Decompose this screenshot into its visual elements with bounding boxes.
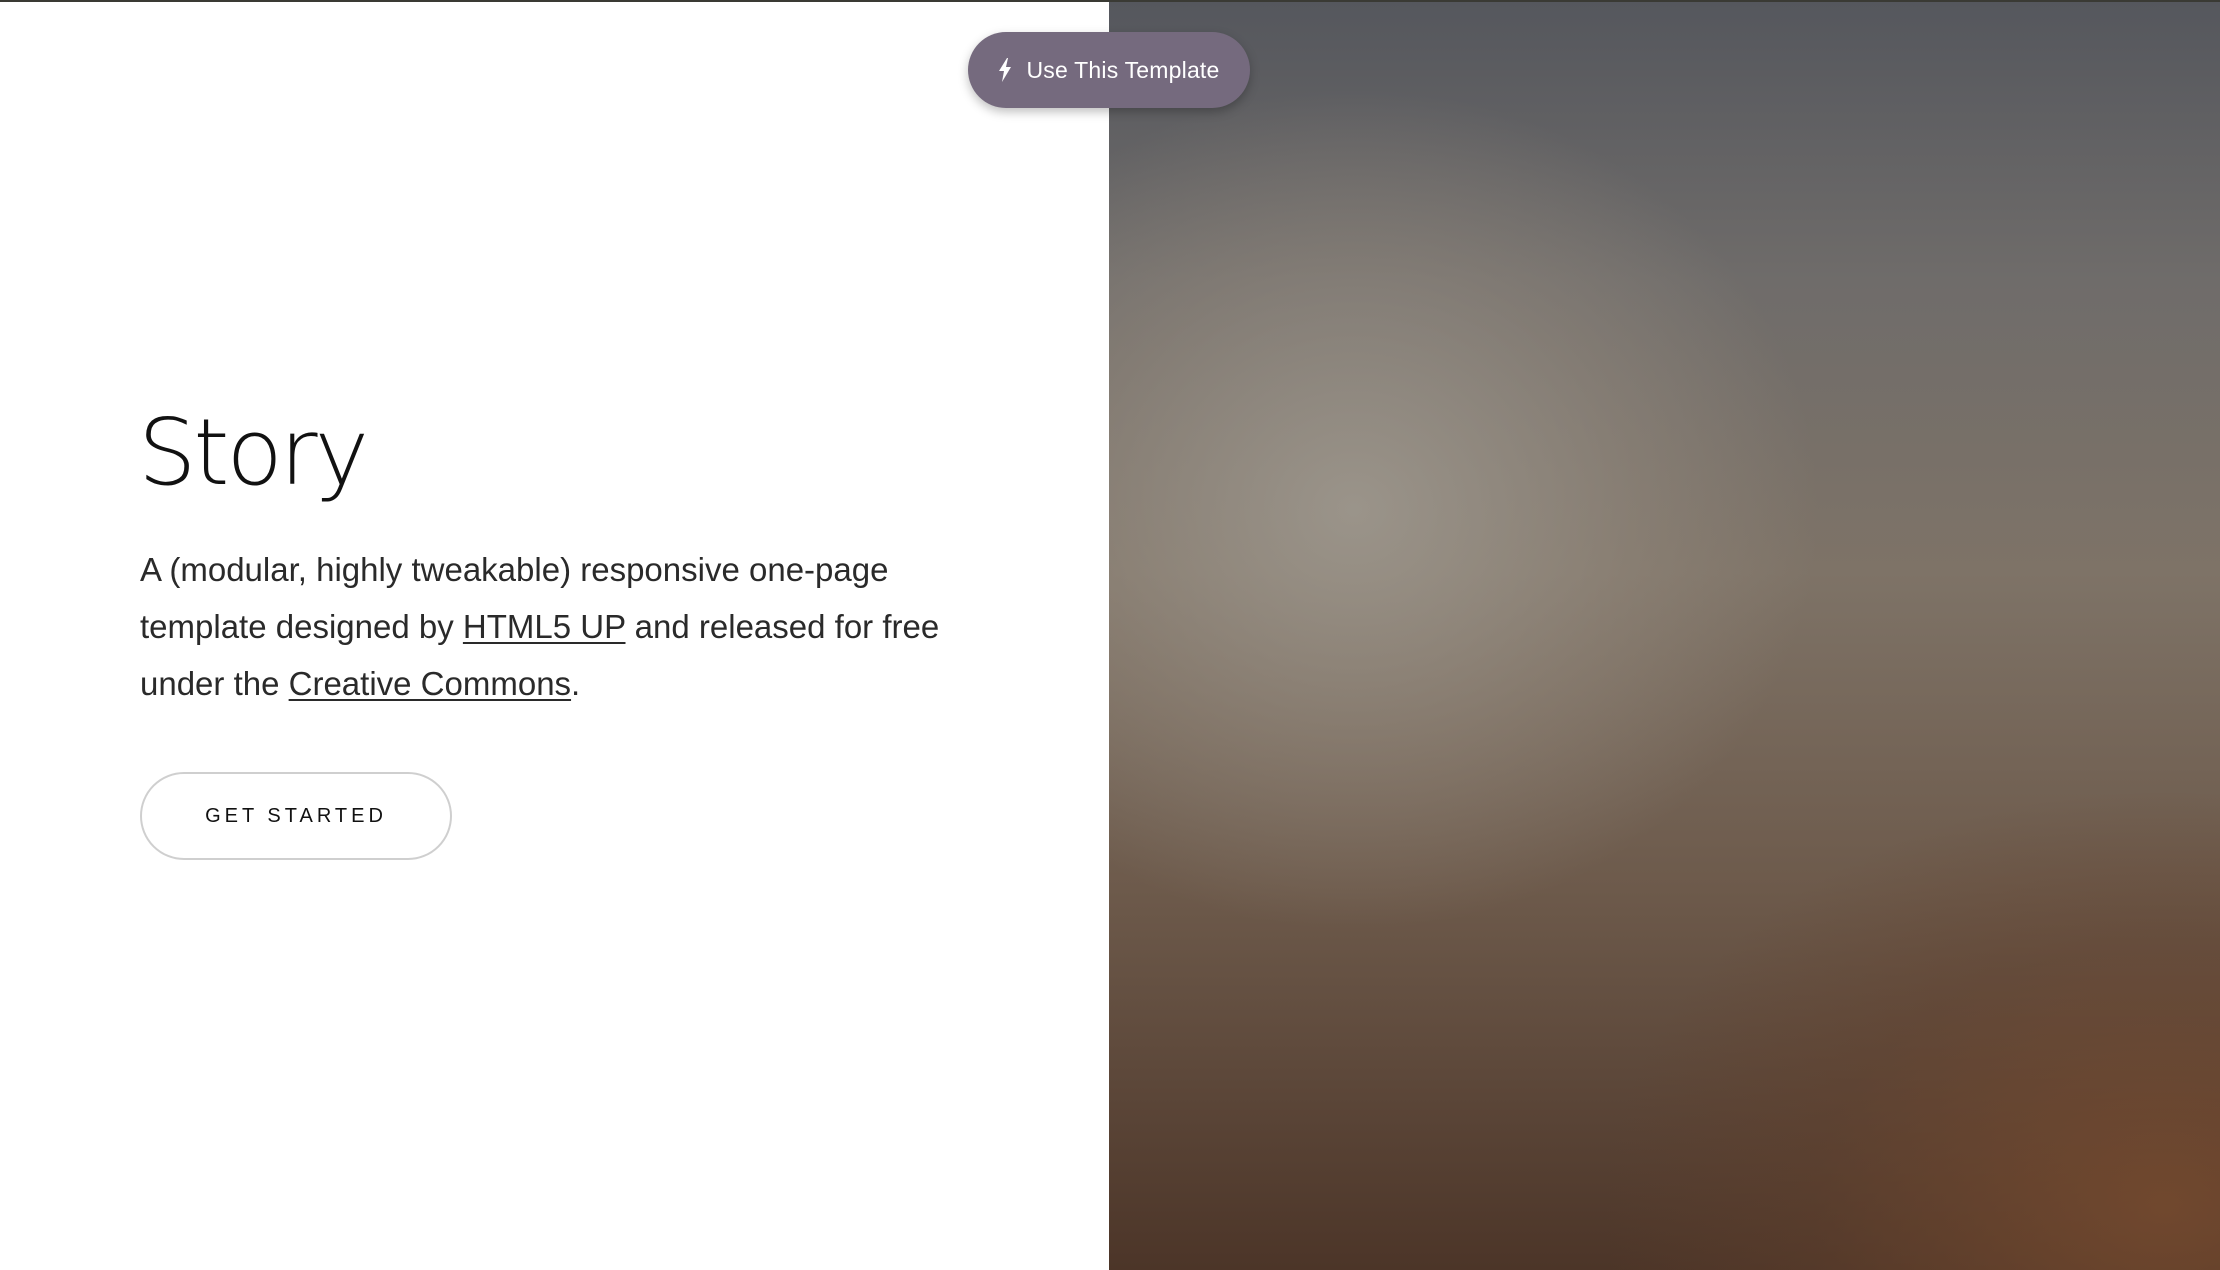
hero-description: A (modular, highly tweakable) responsive…	[140, 541, 940, 712]
use-template-button[interactable]: Use This Template	[968, 32, 1250, 108]
page-title: Story	[138, 399, 369, 506]
use-template-label: Use This Template	[1026, 56, 1220, 83]
get-started-button[interactable]: GET STARTED	[140, 772, 452, 860]
top-border	[0, 0, 2220, 2]
creative-commons-link[interactable]: Creative Commons	[289, 665, 571, 702]
html5up-link[interactable]: HTML5 UP	[463, 608, 626, 645]
description-text: .	[571, 665, 581, 702]
hero-background-image	[1109, 2, 2220, 1270]
bolt-icon	[998, 58, 1012, 82]
